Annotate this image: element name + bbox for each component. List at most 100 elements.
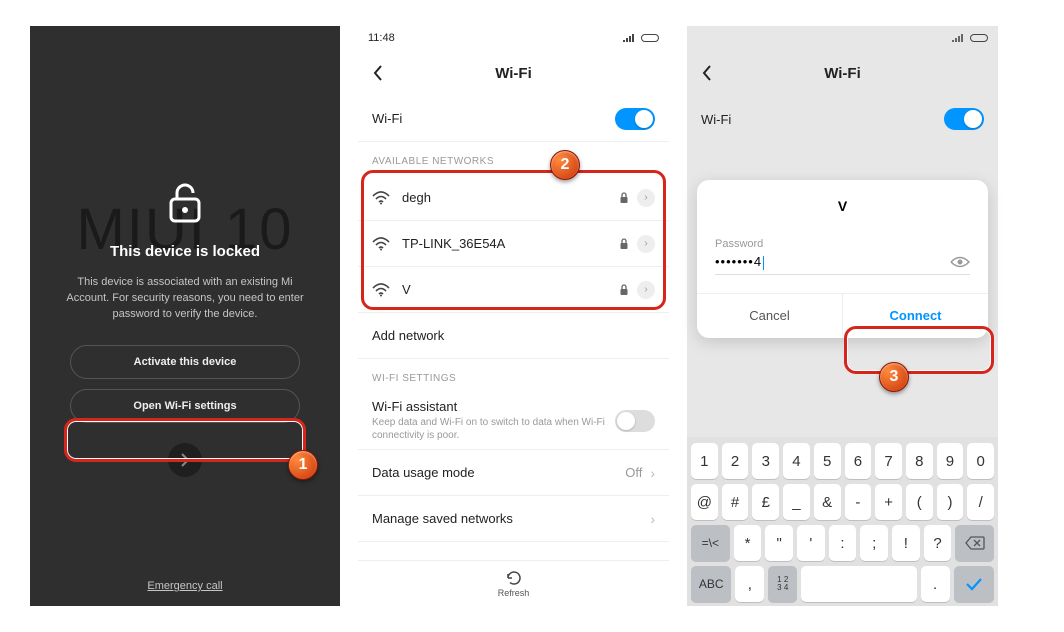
- header: Wi-Fi: [687, 50, 998, 96]
- section-wifi-settings: WI-FI SETTINGS: [358, 359, 669, 392]
- status-bar: [687, 26, 998, 50]
- wifi-toggle[interactable]: [615, 108, 655, 130]
- password-input[interactable]: •••••••4: [715, 254, 970, 275]
- key-numfrac[interactable]: 1 23 4: [768, 566, 797, 602]
- key-4[interactable]: 4: [783, 443, 810, 479]
- key-minus[interactable]: -: [845, 484, 872, 520]
- locked-title: This device is locked: [110, 243, 260, 260]
- connect-button[interactable]: Connect: [843, 294, 988, 338]
- phone-password-dialog: Wi-Fi Wi-Fi V Password •••••••4 Cancel C…: [687, 26, 998, 606]
- key-lparen[interactable]: (: [906, 484, 933, 520]
- add-network-row[interactable]: Add network: [358, 313, 669, 359]
- header: Wi-Fi: [358, 50, 669, 96]
- wifi-toggle[interactable]: [944, 108, 984, 130]
- next-arrow-button[interactable]: [168, 443, 202, 477]
- network-row[interactable]: TP-LINK_36E54A ›: [358, 221, 669, 267]
- chevron-right-icon: ›: [650, 465, 655, 481]
- network-row[interactable]: V ›: [358, 267, 669, 313]
- refresh-button[interactable]: Refresh: [358, 560, 669, 606]
- lock-icon: [619, 192, 629, 204]
- key-symbols[interactable]: =\<: [691, 525, 730, 561]
- key-dot[interactable]: .: [921, 566, 950, 602]
- dialog-network-name: V: [697, 198, 988, 214]
- key-6[interactable]: 6: [845, 443, 872, 479]
- key-hash[interactable]: #: [722, 484, 749, 520]
- password-dialog: V Password •••••••4 Cancel Connect: [697, 180, 988, 338]
- battery-icon: [970, 34, 988, 42]
- keyboard-row-2: @ # £ _ & - + ( ) /: [691, 484, 994, 520]
- check-icon: [965, 577, 983, 591]
- activate-device-button[interactable]: Activate this device: [70, 345, 300, 379]
- wifi-assistant-title: Wi-Fi assistant: [372, 399, 615, 414]
- data-usage-value: Off: [625, 465, 642, 480]
- key-at[interactable]: @: [691, 484, 718, 520]
- status-time: 11:48: [368, 32, 395, 44]
- key-question[interactable]: ?: [924, 525, 952, 561]
- cancel-button[interactable]: Cancel: [697, 294, 843, 338]
- chevron-right-icon: ›: [650, 511, 655, 527]
- key-dquote[interactable]: ": [765, 525, 793, 561]
- open-wifi-settings-button[interactable]: Open Wi-Fi settings: [70, 389, 300, 423]
- network-name: TP-LINK_36E54A: [402, 236, 619, 251]
- keyboard: 1 2 3 4 5 6 7 8 9 0 @ # £ _ & - + ( ): [687, 437, 998, 606]
- network-row[interactable]: degh ›: [358, 175, 669, 221]
- key-enter[interactable]: [954, 566, 994, 602]
- network-details-button[interactable]: ›: [637, 281, 655, 299]
- manage-saved-label: Manage saved networks: [372, 511, 650, 526]
- wifi-assistant-row[interactable]: Wi-Fi assistant Keep data and Wi-Fi on t…: [358, 392, 669, 450]
- wifi-label: Wi-Fi: [372, 111, 615, 126]
- key-3[interactable]: 3: [752, 443, 779, 479]
- key-underscore[interactable]: _: [783, 484, 810, 520]
- key-amp[interactable]: &: [814, 484, 841, 520]
- keyboard-row-3: =\< * " ' : ; ! ?: [691, 525, 994, 561]
- password-label: Password: [715, 238, 970, 250]
- signal-icon: [622, 33, 636, 43]
- data-usage-row[interactable]: Data usage mode Off ›: [358, 450, 669, 496]
- header-title: Wi-Fi: [358, 65, 669, 82]
- network-details-button[interactable]: ›: [637, 189, 655, 207]
- locked-description: This device is associated with an existi…: [30, 275, 340, 323]
- wifi-assistant-toggle[interactable]: [615, 410, 655, 432]
- phone-wifi-list: 11:48 Wi-Fi Wi-Fi AVAILABLE NETWORKS deg…: [358, 26, 669, 606]
- data-usage-label: Data usage mode: [372, 465, 625, 480]
- manage-saved-row[interactable]: Manage saved networks ›: [358, 496, 669, 542]
- key-plus[interactable]: +: [875, 484, 902, 520]
- annotation-badge-3: 3: [879, 362, 909, 392]
- wifi-icon: [372, 191, 390, 205]
- key-backspace[interactable]: [955, 525, 994, 561]
- key-rparen[interactable]: ): [937, 484, 964, 520]
- battery-icon: [641, 34, 659, 42]
- key-squote[interactable]: ': [797, 525, 825, 561]
- keyboard-row-1: 1 2 3 4 5 6 7 8 9 0: [691, 443, 994, 479]
- key-semicolon[interactable]: ;: [860, 525, 888, 561]
- signal-icon: [951, 33, 965, 43]
- show-password-icon[interactable]: [950, 255, 970, 269]
- key-7[interactable]: 7: [875, 443, 902, 479]
- key-8[interactable]: 8: [906, 443, 933, 479]
- lock-icon: [619, 284, 629, 296]
- header-title: Wi-Fi: [687, 65, 998, 82]
- backspace-icon: [965, 536, 985, 550]
- key-star[interactable]: *: [734, 525, 762, 561]
- locked-content: This device is locked This device is ass…: [30, 26, 340, 606]
- key-comma[interactable]: ,: [735, 566, 764, 602]
- status-bar: 11:48: [358, 26, 669, 50]
- network-details-button[interactable]: ›: [637, 235, 655, 253]
- key-2[interactable]: 2: [722, 443, 749, 479]
- key-0[interactable]: 0: [967, 443, 994, 479]
- key-space[interactable]: [801, 566, 917, 602]
- wifi-toggle-row[interactable]: Wi-Fi: [358, 96, 669, 142]
- key-excl[interactable]: !: [892, 525, 920, 561]
- wifi-icon: [372, 283, 390, 297]
- key-abc[interactable]: ABC: [691, 566, 731, 602]
- emergency-call-link[interactable]: Emergency call: [30, 580, 340, 592]
- network-name: V: [402, 282, 619, 297]
- key-pound[interactable]: £: [752, 484, 779, 520]
- lock-icon: [165, 181, 205, 225]
- key-9[interactable]: 9: [937, 443, 964, 479]
- key-1[interactable]: 1: [691, 443, 718, 479]
- key-colon[interactable]: :: [829, 525, 857, 561]
- key-slash[interactable]: /: [967, 484, 994, 520]
- wifi-toggle-row[interactable]: Wi-Fi: [687, 96, 998, 142]
- key-5[interactable]: 5: [814, 443, 841, 479]
